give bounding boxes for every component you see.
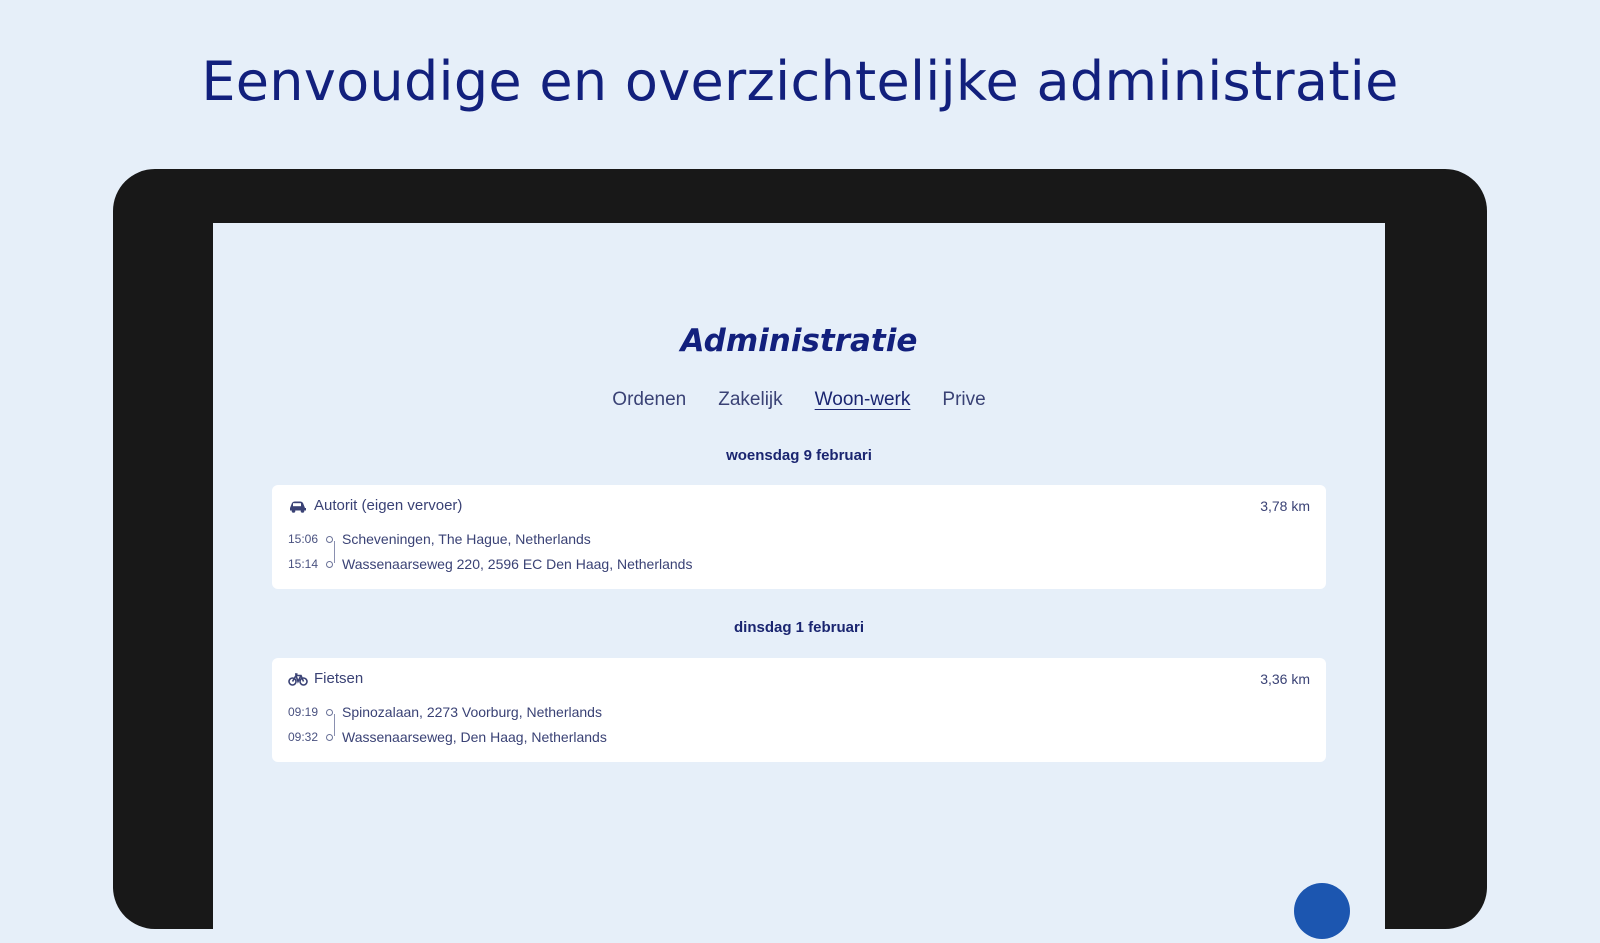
end-dot-icon bbox=[326, 560, 333, 568]
trip-type-label: Fietsen bbox=[314, 670, 364, 687]
tablet-frame: Administratie Ordenen Zakelijk Woon-werk… bbox=[113, 169, 1487, 943]
date-header: dinsdag 1 februari bbox=[733, 619, 865, 636]
tab-zakelijk[interactable]: Zakelijk bbox=[718, 389, 782, 413]
trip-start: 15:06 Scheveningen, The Hague, Netherlan… bbox=[288, 531, 591, 547]
start-time: 09:19 bbox=[288, 705, 319, 719]
trip-start: 09:19 Spinozalaan, 2273 Voorburg, Nether… bbox=[288, 704, 602, 720]
tab-prive[interactable]: Prive bbox=[942, 389, 985, 413]
start-dot-icon bbox=[326, 708, 333, 716]
floating-action-button[interactable] bbox=[1294, 883, 1350, 939]
trip-card[interactable]: Fietsen 3,36 km 09:19 Spinozalaan, 2273 … bbox=[272, 658, 1326, 762]
tab-woon-werk[interactable]: Woon-werk bbox=[815, 389, 911, 413]
trip-card[interactable]: Autorit (eigen vervoer) 3,78 km 15:06 Sc… bbox=[272, 485, 1326, 589]
page-headline: Eenvoudige en overzichtelijke administra… bbox=[201, 50, 1399, 113]
screen-title: Administratie bbox=[680, 323, 918, 359]
end-dot-icon bbox=[326, 733, 333, 741]
app-screen: Administratie Ordenen Zakelijk Woon-werk… bbox=[213, 223, 1385, 943]
trip-end: 15:14 Wassenaarseweg 220, 2596 EC Den Ha… bbox=[288, 556, 692, 572]
trip-type-label: Autorit (eigen vervoer) bbox=[314, 497, 463, 514]
trip-distance: 3,78 km bbox=[1260, 498, 1310, 514]
start-time: 15:06 bbox=[288, 532, 319, 546]
end-address: Wassenaarseweg 220, 2596 EC Den Haag, Ne… bbox=[342, 556, 693, 572]
trip-distance: 3,36 km bbox=[1260, 671, 1310, 687]
date-header: woensdag 9 februari bbox=[726, 447, 872, 464]
start-address: Spinozalaan, 2273 Voorburg, Netherlands bbox=[342, 704, 602, 720]
trip-type: Autorit (eigen vervoer) bbox=[288, 497, 462, 514]
start-dot-icon bbox=[326, 535, 333, 543]
tab-bar: Ordenen Zakelijk Woon-werk Prive bbox=[213, 389, 1385, 413]
end-time: 15:14 bbox=[288, 557, 319, 571]
trip-end: 09:32 Wassenaarseweg, Den Haag, Netherla… bbox=[288, 729, 607, 745]
car-icon bbox=[288, 499, 308, 513]
end-time: 09:32 bbox=[288, 730, 319, 744]
start-address: Scheveningen, The Hague, Netherlands bbox=[342, 531, 591, 547]
tab-ordenen[interactable]: Ordenen bbox=[612, 389, 686, 413]
end-address: Wassenaarseweg, Den Haag, Netherlands bbox=[342, 729, 607, 745]
bicycle-icon bbox=[288, 672, 308, 686]
trip-type: Fietsen bbox=[288, 670, 363, 687]
